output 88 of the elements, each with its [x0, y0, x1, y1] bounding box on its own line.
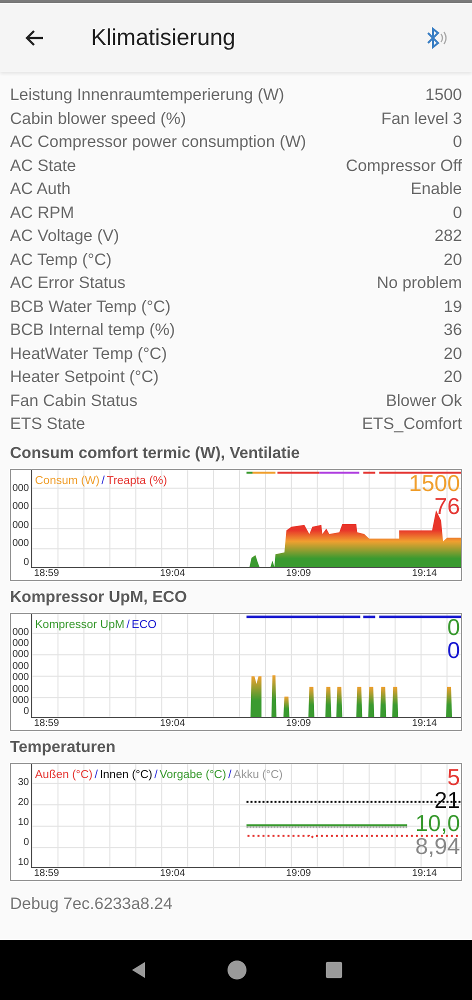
- legend-label: ECO: [132, 618, 157, 630]
- row-value: No problem: [376, 274, 462, 294]
- axis-label: 000: [11, 662, 30, 672]
- row-label: AC Auth: [10, 180, 71, 200]
- current-value: 21: [434, 788, 460, 812]
- axis-label: 000: [11, 484, 30, 494]
- axis-label: 20: [16, 798, 30, 808]
- row-value: Fan level 3: [381, 110, 462, 129]
- axis-label: 19:14: [412, 568, 437, 580]
- axis-label: 000: [11, 673, 30, 684]
- row-label: AC Compressor power consumption (W): [10, 133, 306, 152]
- axis-label: 0: [22, 558, 30, 568]
- axis-label: 000: [11, 502, 30, 512]
- current-value: 0: [447, 638, 460, 662]
- legend-separator: /: [102, 474, 105, 486]
- row-value: ETS_Comfort: [362, 415, 462, 434]
- row-value: 0: [452, 204, 462, 223]
- legend-label: Consum (W): [35, 474, 100, 486]
- row-label: BCB Water Temp (°C): [10, 298, 171, 317]
- row-label: AC Temp (°C): [10, 250, 112, 270]
- axis-label: 30: [16, 778, 30, 788]
- legend-separator: /: [154, 768, 158, 780]
- debug-text: Debug 7ec.6233a8.24: [10, 894, 174, 914]
- axis-label: 19:04: [160, 718, 186, 730]
- row-label: AC RPM: [10, 204, 74, 223]
- axis-label: 10: [16, 818, 30, 828]
- current-value: 0: [447, 616, 460, 638]
- window-title: Klimatisierung: [91, 24, 236, 51]
- row-value: 36: [444, 321, 462, 340]
- axis-label: 19:14: [412, 718, 437, 730]
- row-label: ETS State: [10, 415, 86, 434]
- current-value: 8,94: [415, 834, 460, 858]
- row-value: 20: [444, 368, 462, 388]
- legend-label: Außen (°C): [35, 768, 93, 780]
- row-label: HeatWater Temp (°C): [10, 344, 167, 364]
- row-label: Leistung Innenraumtemperierung (W): [10, 86, 284, 106]
- row-label: Fan Cabin Status: [10, 392, 138, 411]
- axis-label: 000: [11, 628, 30, 638]
- current-value: 10,0: [415, 812, 460, 834]
- row-value: 19: [444, 298, 462, 317]
- row-value: Enable: [410, 180, 462, 200]
- row-value: 0: [452, 133, 462, 152]
- current-value: 5: [447, 766, 460, 788]
- legend-label: Innen (°C): [100, 768, 152, 780]
- row-value: 282: [434, 227, 462, 246]
- axis-label: 0: [22, 838, 30, 848]
- legend-separator: /: [94, 768, 98, 780]
- legend-label: Kompressor UpM: [35, 618, 124, 630]
- axis-label: 19:14: [412, 868, 437, 880]
- legend-separator: /: [126, 618, 130, 630]
- legend-separator: /: [228, 768, 232, 780]
- axis-label: 10: [16, 858, 30, 868]
- axis-label: 18:59: [34, 868, 60, 880]
- axis-label: 000: [11, 650, 30, 660]
- legend-label: Treapta (%): [106, 474, 168, 486]
- axis-label: 000: [11, 696, 30, 706]
- row-value: Compressor Off: [346, 156, 462, 176]
- axis-label: 19:04: [160, 568, 186, 580]
- row-label: AC Voltage (V): [10, 227, 120, 246]
- recents-icon[interactable]: [325, 961, 343, 979]
- row-value: 20: [444, 250, 462, 270]
- chart-title: Temperaturen: [10, 738, 117, 756]
- axis-label: 000: [11, 684, 30, 695]
- home-icon[interactable]: [227, 960, 247, 980]
- axis-label: 19:09: [286, 868, 311, 880]
- axis-label: 000: [11, 539, 30, 549]
- axis-label: 19:09: [286, 718, 311, 730]
- legend-label: Vorgabe (°C): [160, 768, 226, 780]
- row-value: 20: [444, 344, 462, 364]
- row-label: AC Error Status: [10, 274, 126, 294]
- row-value: Blower Ok: [386, 392, 462, 411]
- axis-label: 19:09: [286, 568, 311, 580]
- chart-title: Consum comfort termic (W), Ventilatie: [10, 444, 301, 462]
- axis-label: 000: [11, 638, 30, 649]
- axis-label: 000: [11, 520, 30, 530]
- row-label: Heater Setpoint (°C): [10, 368, 159, 388]
- row-label: Cabin blower speed (%): [10, 110, 186, 129]
- legend-label: Akku (°C): [233, 768, 283, 780]
- current-value: 76: [434, 494, 460, 518]
- chart-title: Kompressor UpM, ECO: [10, 588, 188, 606]
- axis-label: 19:04: [160, 868, 186, 880]
- row-value: 1500: [425, 86, 462, 106]
- current-value: 1500: [408, 472, 460, 494]
- axis-label: 18:59: [34, 568, 60, 580]
- row-label: AC State: [10, 156, 76, 176]
- row-label: BCB Internal temp (%): [10, 321, 176, 340]
- axis-label: 18:59: [34, 718, 60, 730]
- axis-label: 0: [22, 707, 30, 718]
